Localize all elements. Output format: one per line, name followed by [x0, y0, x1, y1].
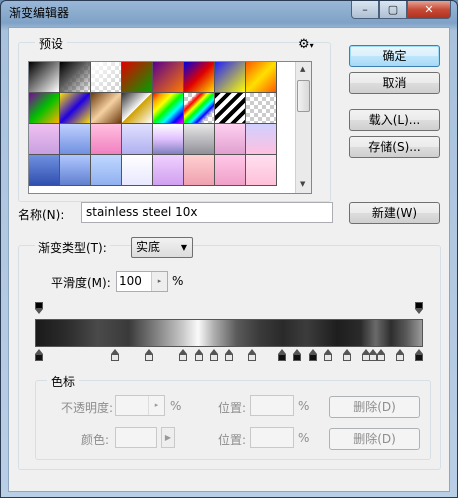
preset-swatch[interactable] [215, 155, 246, 186]
preset-swatch[interactable] [153, 155, 184, 186]
smoothness-unit: % [172, 274, 184, 288]
preset-swatch[interactable] [153, 124, 184, 155]
preset-swatch[interactable] [60, 155, 91, 186]
opacity-label: 不透明度: [61, 401, 114, 415]
ok-button[interactable]: 确定 [349, 45, 440, 67]
preset-swatch[interactable] [122, 124, 153, 155]
preset-swatch[interactable] [91, 62, 122, 93]
presets-legend: 预设 [35, 35, 68, 52]
opacity-position-label: 位置: [218, 401, 247, 415]
preset-swatch[interactable] [153, 93, 184, 124]
close-button[interactable]: ✕ [407, 1, 451, 19]
color-swatch[interactable] [115, 427, 157, 448]
smoothness-value: 100 [119, 274, 142, 288]
window-title: 渐变编辑器 [9, 6, 70, 20]
preset-swatch[interactable] [184, 93, 215, 124]
color-stop[interactable] [278, 349, 287, 361]
delete-color-stop-button[interactable]: 删除(D) [329, 428, 420, 450]
color-stop[interactable] [377, 349, 385, 361]
gradient-type-value: 实底 [136, 240, 161, 254]
save-button[interactable]: 存储(S)... [349, 136, 440, 158]
stepper-arrow-icon: ▸ [148, 396, 164, 415]
title-bar[interactable]: 渐变编辑器 – ▢ ✕ [1, 1, 457, 25]
gear-icon[interactable]: ⚙▾ [298, 37, 314, 52]
preset-swatch[interactable] [215, 62, 246, 93]
preset-swatch[interactable] [29, 124, 60, 155]
preset-swatch[interactable] [60, 62, 91, 93]
preset-swatch[interactable] [153, 62, 184, 93]
opacity-stop[interactable] [35, 302, 43, 314]
color-stop[interactable] [342, 349, 351, 361]
color-label: 颜色: [81, 433, 110, 447]
gradient-type-label: 渐变类型(T): [35, 239, 110, 256]
gradient-preview-bar[interactable] [35, 319, 423, 347]
opacity-stop[interactable] [415, 302, 423, 314]
color-stop[interactable] [209, 349, 218, 361]
color-stop[interactable] [415, 349, 423, 361]
preset-swatch[interactable] [29, 93, 60, 124]
cancel-button[interactable]: 取消 [349, 72, 440, 94]
preset-swatch[interactable] [246, 155, 277, 186]
color-stop[interactable] [145, 349, 154, 361]
preset-swatch[interactable] [184, 62, 215, 93]
preset-swatch[interactable] [122, 155, 153, 186]
scroll-down-icon[interactable]: ▼ [300, 180, 305, 188]
color-stop[interactable] [247, 349, 256, 361]
preset-swatch[interactable] [246, 93, 277, 124]
chevron-down-icon: ▼ [180, 243, 187, 252]
color-stop[interactable] [308, 349, 317, 361]
gradient-editor-window: 渐变编辑器 – ▢ ✕ 预设 ⚙▾ ▲ ▼ 确定 取消 载入(L)... 存储(… [0, 0, 458, 498]
opacity-unit: % [170, 399, 182, 413]
stepper-arrow-icon[interactable]: ▸ [151, 272, 167, 291]
scroll-thumb[interactable] [297, 80, 310, 112]
presets-scrollbar[interactable]: ▲ ▼ [295, 62, 311, 193]
color-stop[interactable] [225, 349, 233, 361]
preset-swatch[interactable] [29, 155, 60, 186]
preset-swatch[interactable] [184, 155, 215, 186]
preset-swatch[interactable] [246, 124, 277, 155]
color-stop[interactable] [323, 349, 332, 361]
color-position-label: 位置: [218, 433, 247, 447]
preset-swatch[interactable] [60, 93, 91, 124]
opacity-position-input[interactable] [250, 395, 294, 416]
preset-swatch-grid: ▲ ▼ [28, 61, 312, 194]
minimize-button[interactable]: – [351, 1, 379, 19]
preset-swatch[interactable] [215, 93, 246, 124]
preset-swatch[interactable] [91, 93, 122, 124]
new-button[interactable]: 新建(W) [349, 202, 440, 224]
preset-swatch[interactable] [246, 62, 277, 93]
smoothness-label: 平滑度(M): [51, 276, 111, 290]
preset-swatch[interactable] [91, 155, 122, 186]
color-stop[interactable] [396, 349, 404, 361]
opacity-input[interactable]: ▸ [115, 395, 165, 416]
name-input[interactable]: stainless steel 10x [81, 202, 333, 223]
color-stop[interactable] [35, 349, 43, 361]
preset-swatch[interactable] [60, 124, 91, 155]
gradient-type-select[interactable]: 实底 ▼ [131, 237, 193, 258]
scroll-up-icon[interactable]: ▲ [300, 65, 305, 73]
color-position-unit: % [298, 431, 310, 445]
smoothness-input[interactable]: 100 ▸ [116, 271, 168, 292]
name-label: 名称(N): [18, 208, 65, 222]
preset-swatch[interactable] [122, 62, 153, 93]
load-button[interactable]: 载入(L)... [349, 109, 440, 131]
color-stop[interactable] [179, 349, 188, 361]
preset-swatch[interactable] [215, 124, 246, 155]
color-picker-arrow-icon[interactable]: ▶ [161, 427, 175, 448]
color-stop[interactable] [293, 349, 302, 361]
color-stop[interactable] [194, 349, 203, 361]
color-position-input[interactable] [250, 427, 294, 448]
opacity-position-unit: % [298, 399, 310, 413]
preset-swatch[interactable] [29, 62, 60, 93]
preset-swatch[interactable] [122, 93, 153, 124]
stops-legend: 色标 [47, 373, 80, 390]
delete-opacity-stop-button[interactable]: 删除(D) [329, 396, 420, 418]
dialog-body: 预设 ⚙▾ ▲ ▼ 确定 取消 载入(L)... 存储(S)... 名称(N):… [8, 27, 450, 492]
maximize-button[interactable]: ▢ [379, 1, 407, 19]
preset-swatch[interactable] [184, 124, 215, 155]
color-stop[interactable] [111, 349, 119, 361]
preset-swatch[interactable] [91, 124, 122, 155]
